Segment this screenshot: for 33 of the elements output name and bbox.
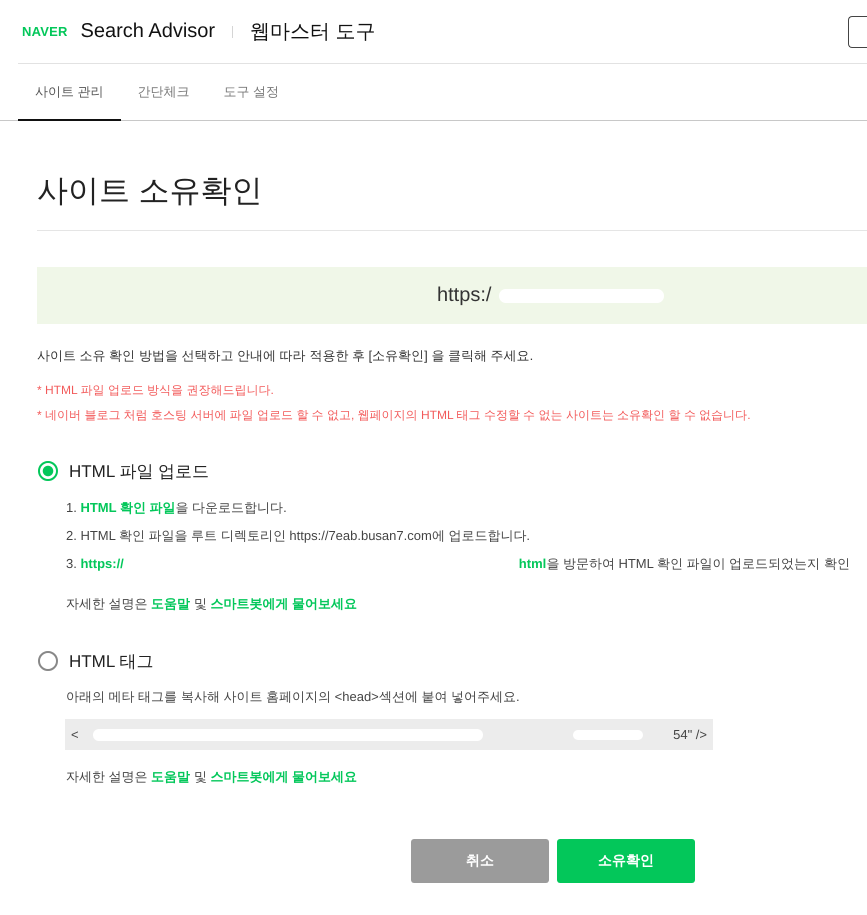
link[interactable]: html (518, 556, 546, 571)
nav-tab[interactable]: 간단체크 (120, 64, 207, 121)
step-text: 1. HTML 확인 파일을 다운로드합니다. (66, 499, 288, 517)
link[interactable]: 도움말 (151, 769, 190, 784)
radio-button[interactable] (38, 461, 58, 481)
site-url: https:/ (437, 284, 492, 307)
link[interactable]: 도움말 (151, 596, 190, 611)
page-title: 사이트 소유확인 (37, 121, 867, 231)
notice-text: * 네이버 블로그 처럼 호스팅 서버에 파일 업로드 할 수 없고, 웹페이지의 HTML 태그 수정할 수 없는 사이트는 소유확인 할 수 없습니다. (37, 407, 752, 424)
option-label[interactable]: HTML 파일 업로드 (69, 460, 210, 482)
description-text: 아래의 메타 태그를 복사해 사이트 홈페이지의 <head>섹션에 붙여 넣어주세요. (65, 688, 521, 706)
radio-button[interactable] (38, 651, 58, 671)
help-text: 자세한 설명은 도움말 및 스마트봇에게 물어보세요 (65, 768, 358, 786)
code-text: < (71, 727, 79, 742)
step-text: 3. https:// html을 방문하여 HTML 확인 파일이 업로드되었는지 확인 (66, 555, 851, 573)
link[interactable]: https:// (80, 556, 124, 571)
notice-text: * HTML 파일 업로드 방식을 권장해드립니다. (37, 382, 275, 399)
header-button[interactable] (848, 16, 867, 48)
step-text: 2. HTML 확인 파일을 루트 디렉토리인 https://7eab.busan7.com에 업로드합니다. (66, 527, 532, 545)
instruction-text: 사이트 소유 확인 방법을 선택하고 안내에 따라 적용한 후 [소유확인] 을 클릭해 주세요. (37, 347, 534, 365)
cancel-button[interactable]: 취소 (411, 839, 549, 883)
confirm-button[interactable]: 소유확인 (557, 839, 695, 883)
help-text: 자세한 설명은 도움말 및 스마트봇에게 물어보세요 (65, 595, 358, 613)
link[interactable]: 스마트봇에게 물어보세요 (210, 769, 358, 784)
link[interactable]: HTML 확인 파일 (80, 500, 176, 515)
link[interactable]: 스마트봇에게 물어보세요 (210, 596, 358, 611)
product-name: Search Advisor (80, 20, 216, 43)
option-label[interactable]: HTML 태그 (69, 650, 154, 672)
section-title: 웹마스터 도구 (250, 20, 376, 45)
naver-logo[interactable]: NAVER (22, 24, 68, 39)
nav-tab[interactable]: 사이트 관리 (18, 64, 121, 121)
code-text: 54" /> (673, 727, 707, 742)
nav-tab[interactable]: 도구 설정 (206, 64, 296, 121)
